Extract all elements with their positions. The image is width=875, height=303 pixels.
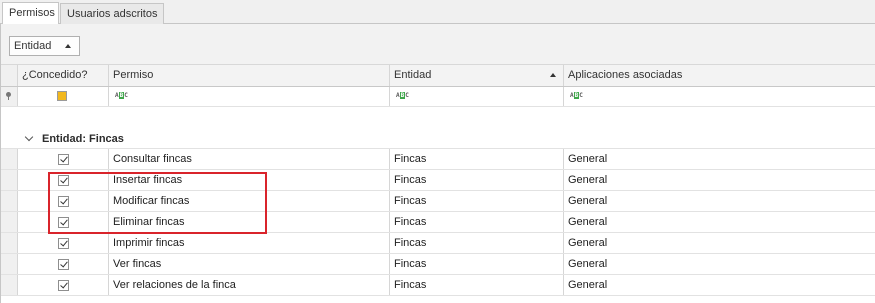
row-indicator — [1, 170, 18, 190]
entidad-cell[interactable]: Fincas — [390, 191, 564, 211]
column-header-aplicaciones[interactable]: Aplicaciones asociadas — [564, 65, 875, 86]
table-row[interactable]: Insertar fincas Fincas General — [1, 170, 875, 191]
permiso-cell[interactable]: Consultar fincas — [109, 149, 390, 169]
permiso-cell[interactable]: Eliminar fincas — [109, 212, 390, 232]
sort-ascending-icon — [65, 44, 71, 48]
concedido-cell[interactable] — [18, 254, 109, 274]
filter-row-indicator — [1, 87, 18, 106]
permiso-cell[interactable]: Imprimir fincas — [109, 233, 390, 253]
entidad-cell[interactable]: Fincas — [390, 275, 564, 295]
aplicaciones-cell[interactable]: General — [564, 275, 875, 295]
granted-checkbox[interactable] — [58, 238, 69, 249]
concedido-cell[interactable] — [18, 233, 109, 253]
granted-checkbox[interactable] — [58, 154, 69, 165]
row-indicator — [1, 191, 18, 211]
row-indicator — [1, 212, 18, 232]
group-chip-label: Entidad — [14, 40, 52, 52]
column-header-entidad-label: Entidad — [394, 69, 432, 81]
group-by-entidad-chip[interactable]: Entidad — [9, 36, 80, 56]
table-row[interactable]: Ver relaciones de la finca Fincas General — [1, 275, 875, 296]
row-indicator — [1, 149, 18, 169]
granted-checkbox[interactable] — [58, 196, 69, 207]
auto-filter-row: ABC ABC ABC — [1, 87, 875, 107]
concedido-cell[interactable] — [18, 149, 109, 169]
granted-checkbox[interactable] — [58, 217, 69, 228]
tab-usuarios-adscritos[interactable]: Usuarios adscritos — [60, 3, 164, 24]
table-row[interactable]: Modificar fincas Fincas General — [1, 191, 875, 212]
entidad-cell[interactable]: Fincas — [390, 233, 564, 253]
column-header-permiso[interactable]: Permiso — [109, 65, 390, 86]
permiso-cell[interactable]: Ver relaciones de la finca — [109, 275, 390, 295]
table-row[interactable]: Consultar fincas Fincas General — [1, 149, 875, 170]
entidad-cell[interactable]: Fincas — [390, 212, 564, 232]
tab-permisos[interactable]: Permisos — [2, 2, 59, 24]
concedido-cell[interactable] — [18, 170, 109, 190]
permissions-panel: Entidad ¿Concedido? Permiso Entidad Apli… — [0, 24, 875, 303]
granted-checkbox[interactable] — [58, 259, 69, 270]
aplicaciones-cell[interactable]: General — [564, 254, 875, 274]
concedido-cell[interactable] — [18, 191, 109, 211]
grid-header: ¿Concedido? Permiso Entidad Aplicaciones… — [1, 65, 875, 87]
granted-checkbox[interactable] — [58, 175, 69, 186]
aplicaciones-cell[interactable]: General — [564, 170, 875, 190]
table-row[interactable]: Eliminar fincas Fincas General — [1, 212, 875, 233]
chevron-down-icon[interactable] — [24, 132, 34, 142]
pin-icon — [6, 92, 11, 100]
row-indicator — [1, 233, 18, 253]
filter-aplicaciones[interactable]: ABC — [564, 87, 875, 106]
group-row[interactable]: Entidad: Fincas — [1, 129, 875, 149]
granted-checkbox[interactable] — [58, 280, 69, 291]
aplicaciones-cell[interactable]: General — [564, 149, 875, 169]
abc-filter-icon: ABC — [115, 92, 128, 99]
row-indicator-header — [1, 65, 18, 86]
entidad-cell[interactable]: Fincas — [390, 170, 564, 190]
row-indicator — [1, 275, 18, 295]
aplicaciones-cell[interactable]: General — [564, 212, 875, 232]
filter-permiso[interactable]: ABC — [109, 87, 390, 106]
grid-spacer — [1, 107, 875, 127]
permiso-cell[interactable]: Insertar fincas — [109, 170, 390, 190]
row-indicator — [1, 254, 18, 274]
concedido-cell[interactable] — [18, 212, 109, 232]
group-row-label: Entidad: Fincas — [42, 133, 124, 145]
entidad-cell[interactable]: Fincas — [390, 149, 564, 169]
sort-ascending-icon — [550, 73, 556, 77]
entidad-cell[interactable]: Fincas — [390, 254, 564, 274]
permiso-cell[interactable]: Modificar fincas — [109, 191, 390, 211]
tab-strip: Permisos Usuarios adscritos — [0, 0, 875, 24]
column-header-entidad[interactable]: Entidad — [390, 65, 564, 86]
group-by-panel: Entidad — [1, 24, 875, 65]
filter-entidad[interactable]: ABC — [390, 87, 564, 106]
permiso-cell[interactable]: Ver fincas — [109, 254, 390, 274]
filter-checkbox-indeterminate[interactable] — [57, 91, 67, 101]
table-row[interactable]: Imprimir fincas Fincas General — [1, 233, 875, 254]
aplicaciones-cell[interactable]: General — [564, 191, 875, 211]
filter-concedido[interactable] — [18, 87, 109, 106]
abc-filter-icon: ABC — [570, 92, 583, 99]
concedido-cell[interactable] — [18, 275, 109, 295]
column-header-concedido[interactable]: ¿Concedido? — [18, 65, 109, 86]
abc-filter-icon: ABC — [396, 92, 409, 99]
aplicaciones-cell[interactable]: General — [564, 233, 875, 253]
table-row[interactable]: Ver fincas Fincas General — [1, 254, 875, 275]
